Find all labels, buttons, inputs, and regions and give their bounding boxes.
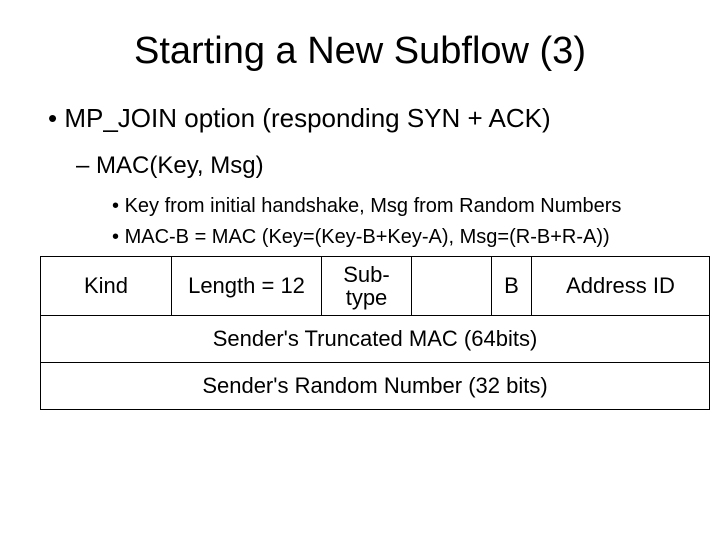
table-row: Sender's Random Number (32 bits) xyxy=(41,362,709,409)
cell-b-flag: B xyxy=(491,257,531,315)
bullet-level1: MP_JOIN option (responding SYN + ACK) xyxy=(48,103,680,134)
cell-address-id: Address ID xyxy=(531,257,709,315)
cell-kind: Kind xyxy=(41,257,171,315)
bullet-level2: MAC(Key, Msg) xyxy=(76,152,680,180)
cell-random-number: Sender's Random Number (32 bits) xyxy=(41,362,709,409)
bullet-level3-a: Key from initial handshake, Msg from Ran… xyxy=(112,194,680,219)
table-row: Sender's Truncated MAC (64bits) xyxy=(41,315,709,362)
slide: Starting a New Subflow (3) MP_JOIN optio… xyxy=(0,0,720,540)
cell-reserved xyxy=(411,257,491,315)
slide-title: Starting a New Subflow (3) xyxy=(40,30,680,73)
table-row: Kind Length = 12 Sub-type B Address ID xyxy=(41,257,709,315)
bullet-level3-b: MAC-B = MAC (Key=(Key-B+Key-A), Msg=(R-B… xyxy=(112,225,680,250)
cell-subtype: Sub-type xyxy=(321,257,411,315)
cell-truncated-mac: Sender's Truncated MAC (64bits) xyxy=(41,315,709,362)
cell-length: Length = 12 xyxy=(171,257,321,315)
option-format-table: Kind Length = 12 Sub-type B Address ID S… xyxy=(40,256,710,410)
